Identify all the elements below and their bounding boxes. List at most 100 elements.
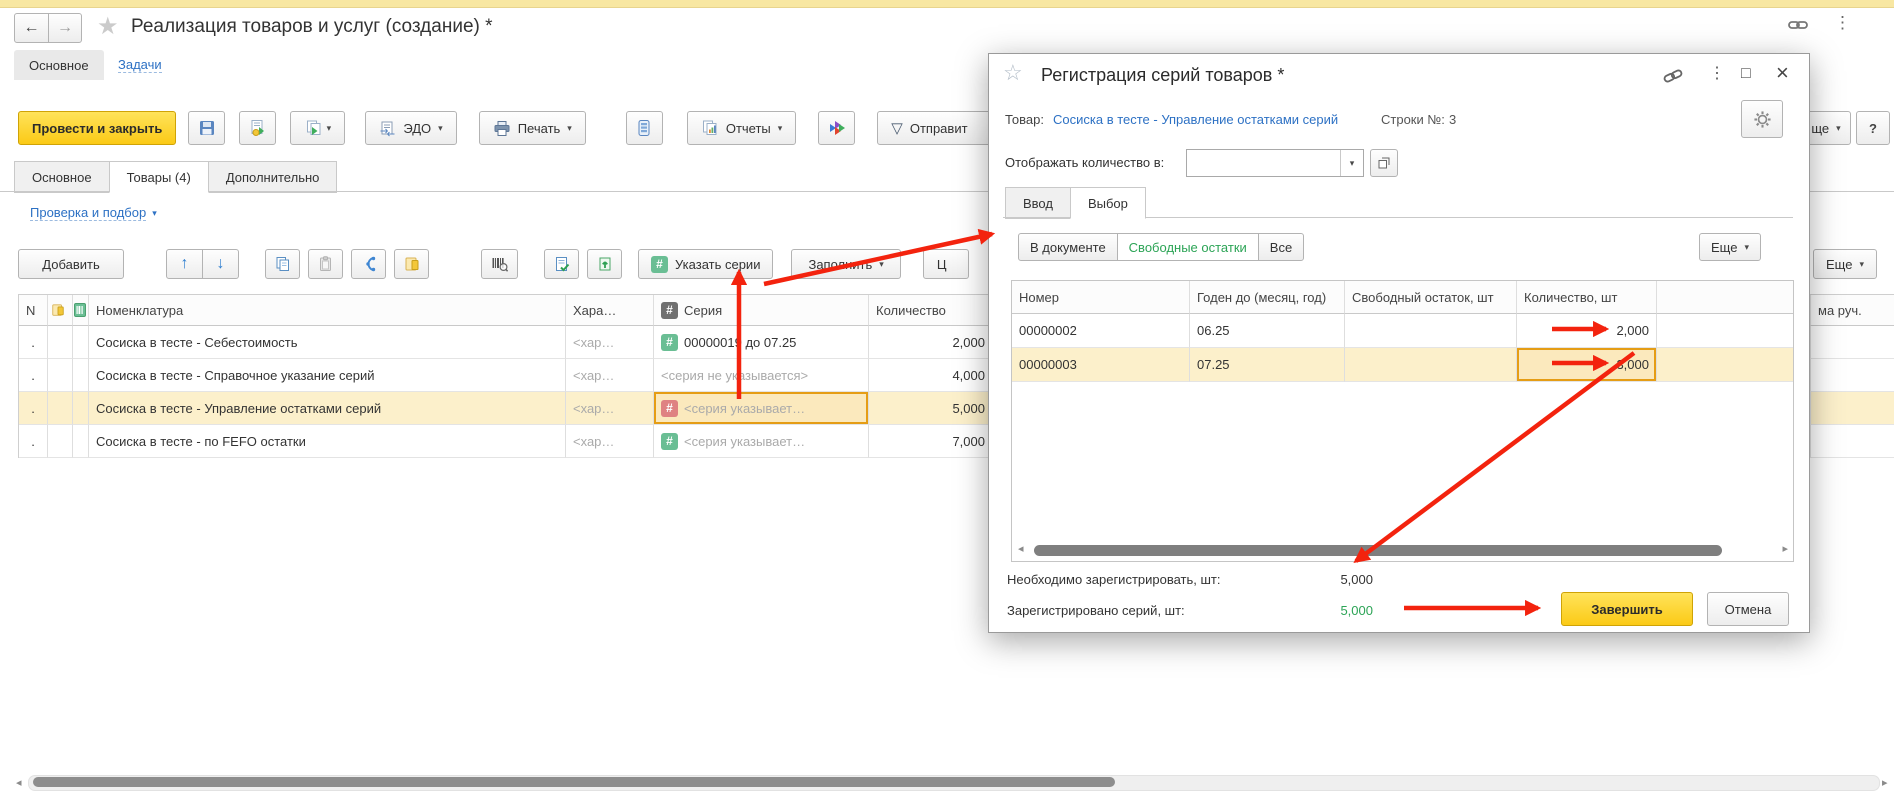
dialog-menu-kebab-icon[interactable]: ⋮: [1709, 66, 1725, 82]
dialog-hscroll-left-icon[interactable]: ◂: [1018, 544, 1024, 555]
col-barcode-icon[interactable]: [73, 295, 89, 326]
nomenclature-cell[interactable]: Сосиска в тесте - по FEFO остатки: [89, 425, 566, 458]
quantity-cell[interactable]: 2,000: [869, 326, 993, 359]
product-link[interactable]: Сосиска в тесте - Управление остатками с…: [1053, 112, 1338, 127]
copy-row-button[interactable]: [265, 249, 300, 279]
quantity-cell[interactable]: 4,000: [869, 359, 993, 392]
dialog-maximize-icon[interactable]: □: [1741, 66, 1751, 82]
dialog-get-link-icon[interactable]: [1663, 68, 1683, 84]
nomenclature-cell[interactable]: Сосиска в тесте - Управление остатками с…: [89, 392, 566, 425]
dialog-hscroll-thumb[interactable]: [1034, 545, 1722, 556]
display-quantity-combo[interactable]: ▾: [1186, 149, 1364, 177]
post-document-button[interactable]: [239, 111, 276, 145]
back-button[interactable]: ←: [14, 13, 49, 43]
set-series-button[interactable]: # Указать серии: [638, 249, 773, 279]
dialog-hscrollbar[interactable]: [1030, 544, 1774, 557]
series-cell[interactable]: # 00000019 до 07.25: [654, 326, 869, 359]
print-button[interactable]: Печать ▾: [479, 111, 586, 145]
load-rows-button[interactable]: [587, 249, 622, 279]
quantity-cell[interactable]: 5,000: [869, 392, 993, 425]
move-down-button[interactable]: ↓: [202, 249, 239, 279]
nav-tab-tasks[interactable]: Задачи: [118, 57, 162, 73]
col-group-icon[interactable]: [48, 295, 73, 326]
quantity-cell[interactable]: 7,000: [869, 425, 993, 458]
characteristic-cell[interactable]: <хар…: [566, 326, 654, 359]
paste-row-button[interactable]: [308, 249, 343, 279]
save-button[interactable]: [188, 111, 225, 145]
free-leftover-cell[interactable]: [1345, 348, 1517, 382]
col-characteristic[interactable]: Хара…: [566, 295, 654, 326]
nav-tab-main[interactable]: Основное: [14, 50, 104, 80]
series-number-cell[interactable]: 00000002: [1012, 314, 1190, 348]
command-bar-more-button[interactable]: Еще ▾: [1813, 249, 1877, 279]
dialog-more-button[interactable]: Еще ▾: [1699, 233, 1761, 261]
characteristic-cell[interactable]: <хар…: [566, 392, 654, 425]
filter-all-button[interactable]: Все: [1258, 233, 1304, 261]
dialog-favorite-star-icon[interactable]: ☆: [1003, 60, 1023, 86]
col-qty[interactable]: Количество, шт: [1517, 281, 1657, 314]
check-fill-button[interactable]: [544, 249, 579, 279]
finish-button[interactable]: Завершить: [1561, 592, 1693, 626]
main-hscrollbar[interactable]: [28, 775, 1880, 791]
series-cell[interactable]: # <серия указывает…: [654, 425, 869, 458]
series-row[interactable]: 00000002 06.25 2,000: [1012, 314, 1793, 348]
tab-input[interactable]: Ввод: [1005, 187, 1071, 219]
add-row-button[interactable]: Добавить: [18, 249, 124, 279]
split-row-button[interactable]: [351, 249, 386, 279]
open-value-button[interactable]: [1370, 149, 1398, 177]
window-menu-kebab-icon[interactable]: ⋮: [1834, 13, 1851, 33]
check-and-pick-link[interactable]: Проверка и подбор ▾: [30, 205, 157, 221]
tab-main[interactable]: Основное: [14, 161, 110, 193]
filter-free-leftovers-button[interactable]: Свободные остатки: [1117, 233, 1259, 261]
series-number-cell[interactable]: 00000003: [1012, 348, 1190, 382]
prices-button[interactable]: Ц: [923, 249, 969, 279]
col-number[interactable]: Номер: [1012, 281, 1190, 314]
cancel-button[interactable]: Отмена: [1707, 592, 1789, 626]
business-network-button[interactable]: [818, 111, 855, 145]
forward-button[interactable]: →: [48, 13, 82, 43]
post-and-close-button[interactable]: Провести и закрыть: [18, 111, 176, 145]
nomenclature-cell[interactable]: Сосиска в тесте - Справочное указание се…: [89, 359, 566, 392]
get-link-icon[interactable]: [1788, 17, 1808, 33]
barcode-scan-button[interactable]: [481, 249, 518, 279]
col-valid-until[interactable]: Годен до (месяц, год): [1190, 281, 1345, 314]
create-based-on-button[interactable]: ▾: [290, 111, 345, 145]
edo-button[interactable]: ЭДО ▾: [365, 111, 456, 145]
tab-select[interactable]: Выбор: [1070, 187, 1146, 219]
dialog-hscroll-right-icon[interactable]: ▸: [1782, 544, 1788, 555]
settings-button[interactable]: [1741, 100, 1783, 138]
col-quantity[interactable]: Количество: [869, 295, 993, 326]
registers-button[interactable]: [626, 111, 663, 145]
main-hscroll-thumb[interactable]: [33, 777, 1115, 787]
col-n[interactable]: N: [19, 295, 48, 326]
col-nomenclature[interactable]: Номенклатура: [89, 295, 566, 326]
series-cell[interactable]: <серия не указывается>: [654, 359, 869, 392]
help-button[interactable]: ?: [1856, 111, 1890, 145]
characteristic-cell[interactable]: <хар…: [566, 359, 654, 392]
tab-extra[interactable]: Дополнительно: [208, 161, 338, 193]
reports-button[interactable]: Отчеты ▾: [687, 111, 796, 145]
combo-dropdown-button[interactable]: ▾: [1340, 150, 1363, 176]
group-goods-button[interactable]: [394, 249, 429, 279]
valid-until-cell[interactable]: 06.25: [1190, 314, 1345, 348]
hscroll-right-icon[interactable]: ▸: [1882, 778, 1888, 789]
hscroll-left-icon[interactable]: ◂: [16, 778, 22, 789]
favorite-star-icon[interactable]: ★: [97, 12, 119, 41]
col-right-clipped[interactable]: ма руч.: [1811, 295, 1894, 326]
display-quantity-input[interactable]: [1187, 150, 1340, 176]
nomenclature-cell[interactable]: Сосиска в тесте - Себестоимость: [89, 326, 566, 359]
move-up-button[interactable]: ↑: [166, 249, 203, 279]
valid-until-cell[interactable]: 07.25: [1190, 348, 1345, 382]
qty-cell-focused[interactable]: 3,000: [1517, 348, 1657, 382]
col-series[interactable]: # Серия: [654, 295, 869, 326]
series-cell-focused[interactable]: # <серия указывает…: [654, 392, 869, 425]
characteristic-cell[interactable]: <хар…: [566, 425, 654, 458]
series-row-selected[interactable]: 00000003 07.25 3,000: [1012, 348, 1793, 382]
fill-button[interactable]: Заполнить ▾: [791, 249, 900, 279]
free-leftover-cell[interactable]: [1345, 314, 1517, 348]
dialog-close-icon[interactable]: ×: [1776, 60, 1789, 86]
tab-goods[interactable]: Товары (4): [109, 161, 209, 193]
filter-in-document-button[interactable]: В документе: [1018, 233, 1118, 261]
qty-cell[interactable]: 2,000: [1517, 314, 1657, 348]
col-free-leftover[interactable]: Свободный остаток, шт: [1345, 281, 1517, 314]
